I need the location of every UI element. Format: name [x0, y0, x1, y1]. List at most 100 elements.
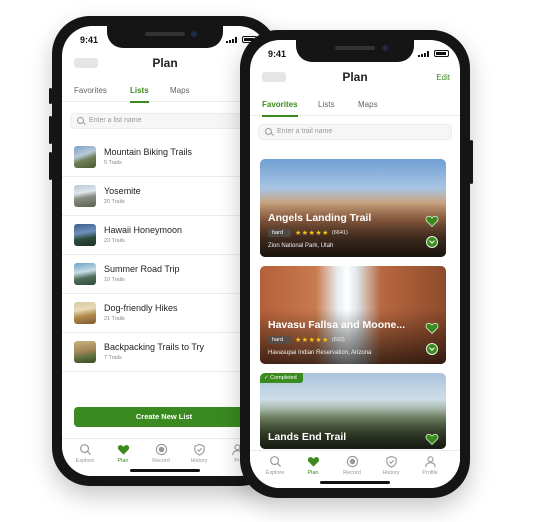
list-item[interactable]: Yosemite 20 Trails [62, 177, 268, 216]
nav-label: Plan [307, 470, 319, 476]
download-icon[interactable] [426, 236, 438, 248]
heart-icon[interactable] [425, 432, 439, 445]
volume-down-button [49, 152, 52, 180]
nav-history[interactable]: History [182, 443, 216, 464]
search-icon [269, 456, 281, 468]
trail-meta: hard ★★★★★ (692) [268, 335, 345, 344]
search-icon [77, 117, 84, 124]
review-count: (692) [331, 336, 345, 343]
completed-label: Completed [270, 375, 297, 381]
nav-label: Record [152, 458, 170, 464]
heart-icon [307, 457, 319, 467]
list-count: 20 Trails [104, 199, 125, 205]
header: Plan [62, 54, 268, 74]
phone-favorites: 9:41 Plan Edit Favorites Lists Maps Ente… [240, 30, 473, 498]
tab-favorites[interactable]: Favorites [262, 100, 298, 117]
trail-card[interactable]: ✓ Completed Lands End Trail [260, 373, 446, 449]
nav-record[interactable]: Record [335, 455, 369, 476]
page-title: Plan [342, 70, 368, 84]
nav-profile[interactable]: Profile [413, 455, 447, 476]
nav-plan[interactable]: Plan [106, 443, 140, 464]
download-icon[interactable] [426, 343, 438, 355]
trail-card[interactable]: Havasu Fallsa and Moone... hard ★★★★★ (6… [260, 266, 446, 364]
tab-bar: Favorites Lists Maps [62, 82, 268, 103]
nav-label: Explore [265, 470, 285, 476]
home-indicator [130, 469, 200, 472]
heart-icon [117, 445, 129, 455]
nav-explore[interactable]: Explore [68, 443, 102, 464]
list-item[interactable]: Hawaii Honeymoon 23 Trails [62, 216, 268, 255]
list-count: 21 Trails [104, 316, 125, 322]
search-placeholder: Enter a trail name [277, 128, 333, 135]
nav-explore[interactable]: Explore [258, 455, 292, 476]
difficulty-badge: hard [268, 228, 292, 237]
nav-record[interactable]: Record [144, 443, 178, 464]
trail-name: Havasu Fallsa and Moone... [268, 319, 406, 331]
tab-maps[interactable]: Maps [170, 86, 190, 101]
list-search-input[interactable]: Enter a list name [70, 113, 260, 129]
list-count: 5 Trails [104, 160, 122, 166]
nav-history[interactable]: History [374, 455, 408, 476]
nav-label: Profile [422, 470, 438, 476]
completed-badge: ✓ Completed [260, 373, 303, 383]
star-rating: ★★★★★ [295, 229, 329, 237]
list-thumbnail [74, 146, 96, 168]
tab-lists[interactable]: Lists [318, 100, 334, 115]
trail-location: Havasupai Indian Reservation, Arizona [268, 350, 372, 356]
tab-bar: Favorites Lists Maps [250, 96, 460, 117]
edit-button[interactable]: Edit [436, 73, 450, 82]
trail-name: Lands End Trail [268, 431, 347, 443]
list-thumbnail [74, 185, 96, 207]
list-name: Hawaii Honeymoon [104, 225, 183, 235]
list-item[interactable]: Dog-friendly Hikes 21 Trails [62, 294, 268, 333]
trail-name: Angels Landing Trail [268, 212, 372, 224]
home-indicator [320, 481, 390, 484]
list-thumbnail [74, 341, 96, 363]
search-icon [265, 128, 272, 135]
difficulty-badge: hard [268, 335, 292, 344]
list-count: 10 Trails [104, 277, 125, 283]
list-thumbnail [74, 224, 96, 246]
nav-label: Explore [75, 458, 95, 464]
bottom-nav: Explore Plan Record History Pr [62, 438, 268, 476]
trail-card[interactable]: Angels Landing Trail hard ★★★★★ (6641) Z… [260, 159, 446, 257]
notch [107, 26, 223, 48]
signal-icon [418, 51, 430, 57]
header: Plan Edit [250, 68, 460, 88]
status-time: 9:41 [268, 49, 287, 59]
power-button [470, 140, 473, 184]
search-icon [79, 444, 91, 456]
list-thumbnail [74, 302, 96, 324]
nav-label: History [190, 458, 208, 464]
list-name: Dog-friendly Hikes [104, 303, 178, 313]
list-name: Yosemite [104, 186, 141, 196]
tab-maps[interactable]: Maps [358, 100, 378, 115]
page-title: Plan [152, 56, 178, 70]
heart-icon[interactable] [425, 214, 439, 227]
review-count: (6641) [331, 229, 348, 236]
list-count: 23 Trails [104, 238, 125, 244]
search-placeholder: Enter a list name [89, 117, 142, 124]
trail-search-input[interactable]: Enter a trail name [258, 124, 452, 140]
list-thumbnail [74, 263, 96, 285]
heart-icon[interactable] [425, 321, 439, 334]
shield-check-icon [193, 443, 205, 456]
favorites-screen: 9:41 Plan Edit Favorites Lists Maps Ente… [250, 40, 460, 488]
shield-check-icon [385, 455, 397, 468]
profile-icon [424, 456, 436, 468]
create-new-list-button[interactable]: Create New List [74, 407, 254, 427]
list-count: 7 Trails [104, 355, 122, 361]
tab-favorites[interactable]: Favorites [74, 86, 107, 101]
list-item[interactable]: Summer Road Trip 10 Trails [62, 255, 268, 294]
list-item[interactable]: Backpacking Trails to Try 7 Trails [62, 333, 268, 372]
status-time: 9:41 [80, 35, 99, 45]
volume-up-button [49, 116, 52, 144]
list-item[interactable]: Mountain Biking Trails 5 Trails [62, 138, 268, 177]
nav-plan[interactable]: Plan [296, 455, 330, 476]
record-icon [155, 443, 167, 456]
record-icon [346, 455, 358, 468]
trail-location: Zion National Park, Utah [268, 243, 334, 249]
tab-lists[interactable]: Lists [130, 86, 149, 103]
bottom-nav: Explore Plan Record History Profile [250, 450, 460, 488]
star-rating: ★★★★★ [295, 336, 329, 344]
